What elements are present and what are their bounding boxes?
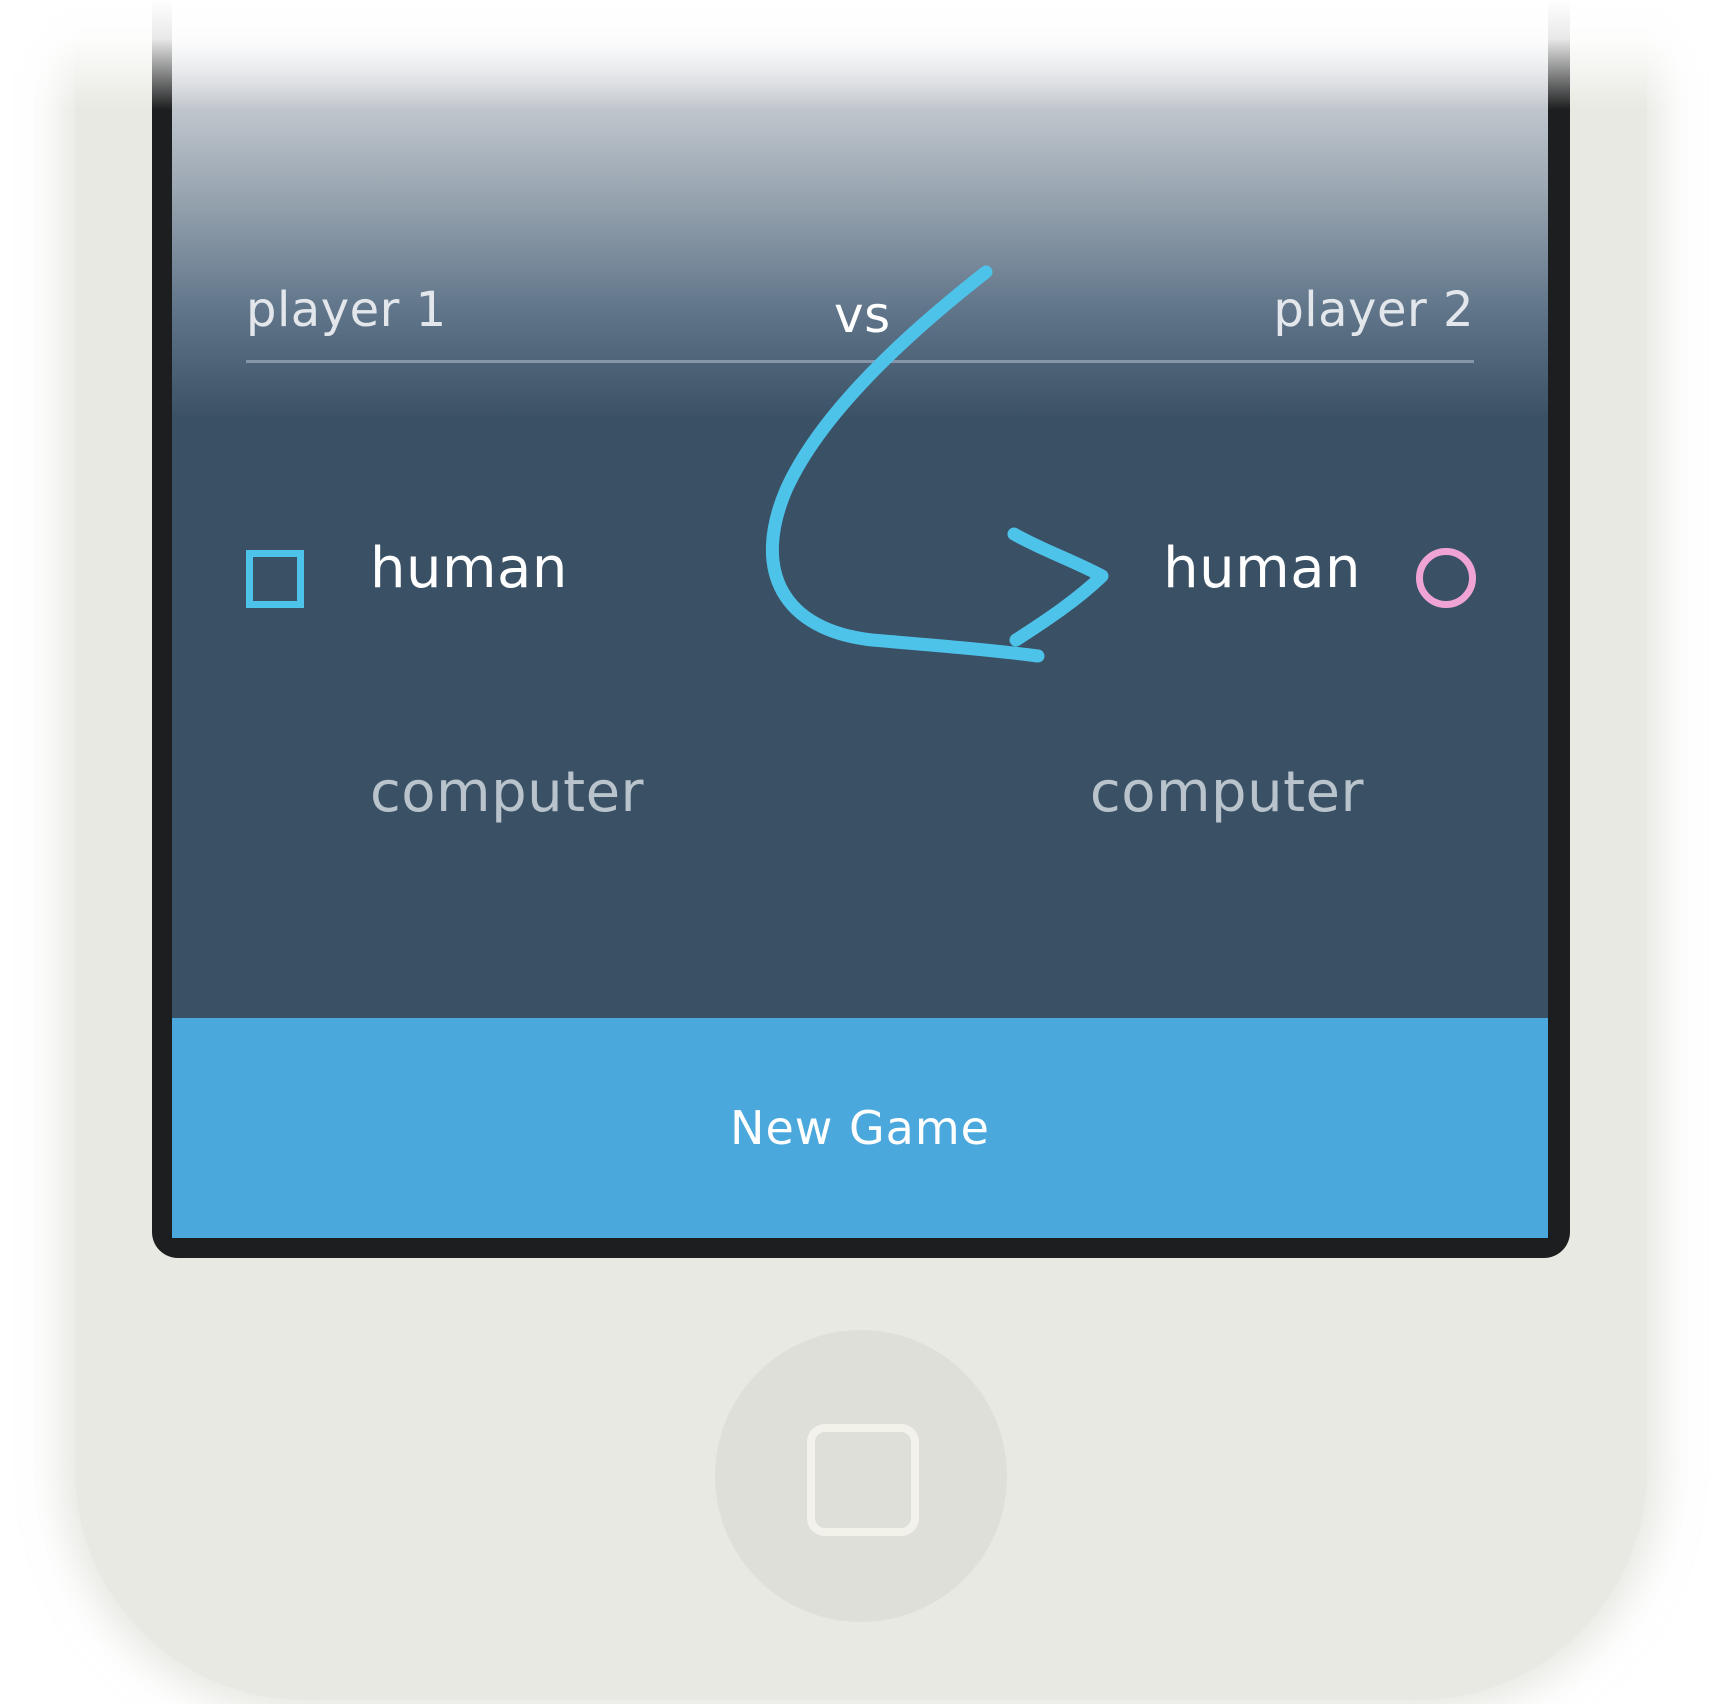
home-button-icon[interactable] [715,1330,1007,1622]
stage: player 1 vs player 2 human computer huma… [0,0,1722,1704]
app-screen: player 1 vs player 2 human computer huma… [172,0,1548,1238]
top-fade [0,0,1722,110]
home-square-glyph [807,1424,919,1536]
new-game-button[interactable]: New Game [172,1018,1548,1238]
